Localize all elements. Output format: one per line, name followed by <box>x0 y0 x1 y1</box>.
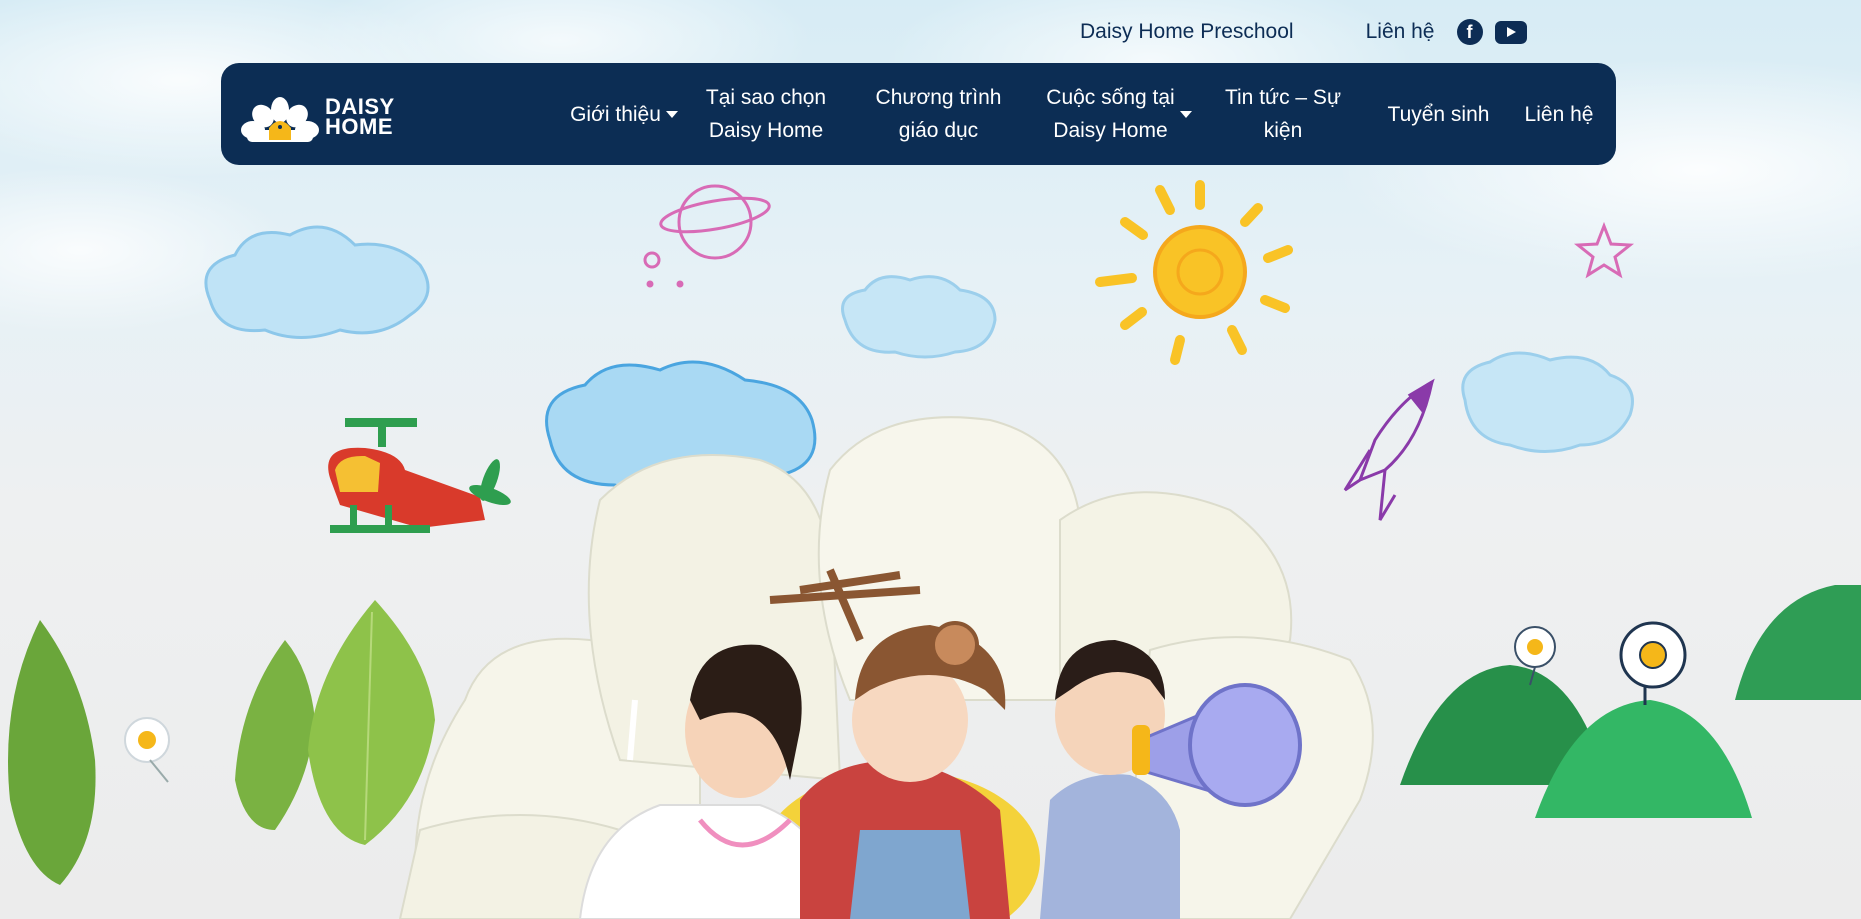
rocket-icon <box>1343 378 1435 521</box>
daisy-right-large-icon <box>1619 621 1687 705</box>
planet-icon <box>643 184 771 288</box>
sun-icon <box>1095 180 1293 365</box>
small-daisy-left-icon <box>124 717 170 783</box>
star-icon <box>1573 221 1635 279</box>
cloud-small-icon <box>841 275 997 359</box>
hero-illustration <box>8 180 1861 919</box>
cloud-right-icon <box>1461 351 1634 453</box>
hills-icon <box>1400 585 1861 818</box>
helicopter-icon <box>328 418 511 533</box>
leaf-left-icon <box>8 600 435 885</box>
cloud-left-icon <box>204 225 430 339</box>
